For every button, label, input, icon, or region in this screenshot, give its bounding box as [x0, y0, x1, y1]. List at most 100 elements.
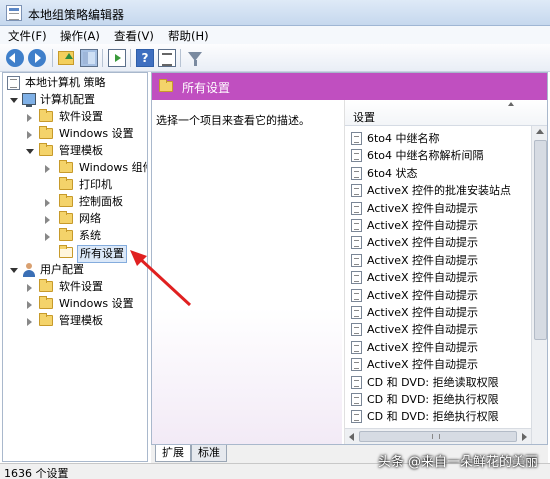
setting-policy-icon — [351, 306, 362, 319]
setting-policy-icon — [351, 166, 362, 180]
setting-row[interactable]: CD 和 DVD: 拒绝执行权限 — [345, 391, 530, 408]
show-hide-tree-icon[interactable] — [80, 49, 98, 67]
tree-label-selected: 所有设置 — [77, 245, 127, 263]
column-header-setting[interactable]: 设置 — [345, 100, 547, 126]
vertical-scrollbar[interactable] — [531, 126, 547, 444]
menu-bar: 文件(F) 操作(A) 查看(V) 帮助(H) — [0, 26, 550, 44]
tree-label: Windows 设置 — [59, 127, 134, 140]
setting-row-label: CD 和 DVD: 拒绝读取权限 — [367, 375, 499, 389]
setting-row-label: CD 和 DVD: 拒绝执行权限 — [367, 410, 499, 424]
setting-policy-icon — [351, 201, 362, 215]
watermark: 头条 @来自一朵鲜花的美丽 — [377, 455, 538, 470]
setting-policy-icon — [351, 358, 362, 372]
setting-row[interactable]: CD 和 DVD: 拒绝读取权限 — [345, 374, 530, 391]
menu-help[interactable]: 帮助(H) — [168, 28, 209, 44]
column-header-label: 设置 — [353, 111, 375, 124]
scroll-up-icon[interactable] — [536, 129, 544, 134]
setting-row[interactable]: ActiveX 控件自动提示 — [345, 339, 530, 356]
setting-row[interactable]: 6to4 中继名称 — [345, 130, 530, 147]
setting-policy-icon — [351, 219, 362, 232]
setting-row[interactable]: ActiveX 控件自动提示 — [345, 304, 530, 321]
status-text: 1636 个设置 — [4, 467, 69, 479]
details-header: 所有设置 — [152, 73, 547, 100]
horizontal-scroll-thumb[interactable] — [359, 431, 517, 442]
collapse-icon[interactable] — [43, 164, 52, 173]
folder-icon — [59, 160, 73, 173]
setting-row[interactable]: ActiveX 控件自动提示 — [345, 287, 530, 304]
setting-row[interactable]: ActiveX 控件自动提示 — [345, 252, 530, 269]
setting-row-label: 6to4 中继名称解析间隔 — [367, 149, 484, 163]
tree-label: 系统 — [79, 229, 101, 242]
grip-icon — [432, 434, 440, 439]
description-text: 选择一个项目来查看它的描述。 — [156, 114, 310, 127]
setting-row-label: ActiveX 控件自动提示 — [367, 340, 479, 354]
expand-icon[interactable] — [9, 266, 18, 275]
tree-label: 网络 — [79, 212, 101, 225]
window-title: 本地组策略编辑器 — [28, 8, 125, 22]
setting-row[interactable]: ActiveX 控件自动提示 — [345, 234, 530, 251]
folder-icon — [39, 279, 53, 292]
setting-policy-icon — [351, 184, 362, 198]
tree-label: Windows 组件 — [79, 161, 148, 174]
menu-file[interactable]: 文件(F) — [8, 28, 47, 44]
setting-row[interactable]: 6to4 中继名称解析间隔 — [345, 147, 530, 164]
setting-policy-icon — [351, 340, 362, 354]
folder-icon — [39, 143, 53, 156]
setting-row-label: ActiveX 控件自动提示 — [367, 219, 479, 232]
collapse-icon[interactable] — [25, 283, 34, 292]
collapse-icon[interactable] — [43, 198, 52, 207]
expand-icon[interactable] — [9, 96, 18, 105]
setting-row[interactable]: 6to4 状态 — [345, 165, 530, 182]
setting-policy-icon — [351, 288, 362, 302]
setting-row-label: ActiveX 控件自动提示 — [367, 288, 479, 302]
filter-icon[interactable] — [186, 49, 204, 67]
collapse-icon[interactable] — [25, 130, 34, 139]
collapse-icon[interactable] — [43, 232, 52, 241]
tab-standard[interactable]: 标准 — [191, 445, 227, 462]
tree-label: 控制面板 — [79, 195, 123, 208]
setting-row-label: ActiveX 控件自动提示 — [367, 253, 479, 267]
console-tree: 本地计算机 策略 计算机配置 软件设置 Windows 设置 管理模板 Wind… — [2, 72, 148, 462]
setting-row-label: ActiveX 控件自动提示 — [367, 358, 479, 372]
setting-row[interactable]: ActiveX 控件自动提示 — [345, 200, 530, 217]
settings-list: 设置 6to4 中继名称 6to4 中继名称解析间隔 6to4 状态 ActiveX … — [344, 100, 547, 444]
help-icon[interactable]: ? — [136, 49, 154, 67]
setting-row-label: 6to4 状态 — [367, 166, 418, 180]
folder-icon — [59, 228, 73, 241]
scroll-left-icon[interactable] — [349, 433, 354, 441]
forward-arrow-icon[interactable] — [28, 49, 46, 67]
setting-row[interactable]: ActiveX 控件自动提示 — [345, 269, 530, 286]
setting-policy-icon — [351, 393, 362, 406]
up-folder-icon[interactable] — [58, 51, 74, 65]
menu-action[interactable]: 操作(A) — [60, 28, 100, 44]
export-list-icon[interactable] — [108, 49, 126, 67]
setting-row[interactable]: ActiveX 控件自动提示 — [345, 321, 530, 338]
details-pane: 所有设置 选择一个项目来查看它的描述。 设置 6to4 中继名称 6to4 中继名… — [151, 72, 548, 445]
tree-label: 本地计算机 策略 — [25, 76, 106, 89]
horizontal-scrollbar[interactable] — [345, 428, 531, 444]
toolbar: ? — [0, 44, 550, 72]
setting-row[interactable]: CD 和 DVD: 拒绝执行权限 — [345, 408, 530, 425]
collapse-icon[interactable] — [25, 317, 34, 326]
policy-icon — [7, 76, 20, 90]
scroll-right-icon[interactable] — [522, 433, 527, 441]
collapse-icon[interactable] — [43, 215, 52, 224]
setting-row-label: ActiveX 控件自动提示 — [367, 271, 479, 285]
setting-row[interactable]: ActiveX 控件自动提示 — [345, 217, 530, 234]
back-arrow-icon[interactable] — [6, 49, 24, 67]
description-pane: 选择一个项目来查看它的描述。 — [152, 100, 342, 444]
setting-row[interactable]: ActiveX 控件自动提示 — [345, 356, 530, 373]
collapse-icon[interactable] — [25, 113, 34, 122]
sort-ascending-icon — [508, 102, 514, 106]
properties-icon[interactable] — [158, 49, 176, 67]
collapse-icon[interactable] — [25, 300, 34, 309]
folder-icon — [59, 211, 73, 224]
expand-icon[interactable] — [25, 147, 34, 156]
menu-view[interactable]: 查看(V) — [114, 28, 154, 44]
setting-policy-icon — [351, 236, 362, 250]
vertical-scroll-thumb[interactable] — [534, 140, 547, 340]
setting-row[interactable]: ActiveX 控件的批准安装站点 — [345, 182, 530, 199]
tree-label: 管理模板 — [59, 144, 103, 157]
tab-extended[interactable]: 扩展 — [155, 445, 191, 462]
setting-row-label: ActiveX 控件自动提示 — [367, 323, 479, 337]
